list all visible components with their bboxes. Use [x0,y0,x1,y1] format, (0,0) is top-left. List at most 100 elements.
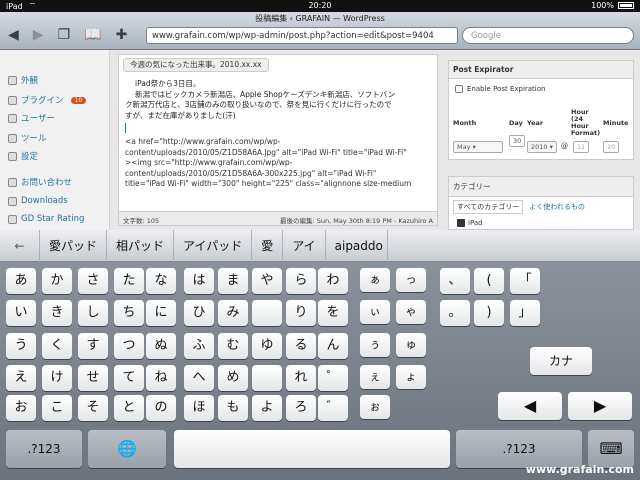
cursor-right-button[interactable]: ▶ [568,392,632,420]
kana-key[interactable]: い [6,300,36,326]
kana-key[interactable]: む [218,333,248,359]
cursor-left-button[interactable]: ◀ [498,392,562,420]
kana-key[interactable]: め [218,365,248,391]
add-icon[interactable]: ✚ [116,27,128,43]
kana-key[interactable]: に [146,300,176,326]
punctuation-key[interactable]: 」 [510,300,540,326]
candidate-item[interactable]: 愛パッド [40,230,108,262]
punctuation-key[interactable]: 、 [440,268,470,294]
tab-all-categories[interactable]: すべてのカテゴリー [453,200,524,214]
kana-key[interactable]: も [218,395,248,421]
kana-key[interactable]: ち [114,300,144,326]
back-icon[interactable]: ◀ [8,27,19,43]
kana-key[interactable]: ゅ [396,333,426,357]
kana-key[interactable]: · [252,365,282,391]
kana-key[interactable]: せ [78,365,108,391]
kana-key[interactable]: り [286,300,316,326]
kana-key[interactable]: は [184,268,214,294]
post-content-textarea[interactable]: iPad祭から3日目。 新潟ではビックカメラ新潟店、Apple Shopケーズデ… [125,79,431,190]
kana-key[interactable]: え [6,365,36,391]
kana-key[interactable]: ら [286,268,316,294]
sidebar-item-users[interactable]: ユーザー [8,112,55,124]
kana-key[interactable]: ぅ [360,333,390,357]
kana-key[interactable]: た [114,268,144,294]
kana-key[interactable]: ぉ [360,395,390,419]
kana-key[interactable]: ゜ [318,365,348,391]
kana-key[interactable]: そ [78,395,108,421]
kana-key[interactable]: · [252,300,282,326]
candidate-item[interactable]: aipaddo [326,230,388,262]
kana-key[interactable]: ね [146,365,176,391]
sidebar-item-contact[interactable]: お問い合わせ [8,176,72,188]
kana-key[interactable]: ん [318,333,348,359]
kana-key[interactable]: さ [78,268,108,294]
kana-key[interactable]: み [218,300,248,326]
enable-expiration-checkbox[interactable] [455,85,463,93]
kana-key[interactable]: を [318,300,348,326]
sidebar-item-appearance[interactable]: 外観 [8,74,38,86]
sidebar-item-settings[interactable]: 設定 [8,150,38,162]
search-field[interactable]: Google [462,27,634,44]
space-bar[interactable] [174,430,450,468]
candidate-item[interactable]: アイ [283,230,326,262]
kana-key[interactable]: よ [252,395,282,421]
year-select[interactable]: 2010 ▾ [527,141,557,153]
sidebar-item-gd-star-rating[interactable]: GD Star Rating [8,214,84,224]
kana-key[interactable]: ぇ [360,365,390,389]
kana-key[interactable]: の [146,395,176,421]
kana-key[interactable]: れ [286,365,316,391]
kana-key[interactable]: け [42,365,72,391]
kana-key[interactable]: な [146,268,176,294]
kana-key[interactable]: へ [184,365,214,391]
sidebar-item-downloads[interactable]: Downloads [8,196,68,206]
kana-key[interactable]: ょ [396,365,426,389]
candidate-item[interactable]: 愛 [252,230,284,262]
kana-key[interactable]: ゃ [396,300,426,324]
kana-key[interactable]: や [252,268,282,294]
kana-key[interactable]: し [78,300,108,326]
kana-key[interactable]: ぃ [360,300,390,324]
bookmarks-icon[interactable]: 📖 [84,27,101,43]
day-input[interactable]: 30 [509,135,526,147]
punctuation-key[interactable]: ) [474,300,504,326]
hour-input[interactable]: 11 [573,141,590,153]
punctuation-key[interactable]: 「 [510,268,540,294]
url-field[interactable]: www.grafain.com/wp/wp-admin/post.php?act… [146,27,458,44]
kana-key[interactable]: ろ [286,395,316,421]
kana-key[interactable]: る [286,333,316,359]
punctuation-key[interactable]: ( [474,268,504,294]
kana-key[interactable]: か [42,268,72,294]
sidebar-item-tools[interactable]: ツール [8,132,47,144]
kana-key[interactable]: く [42,333,72,359]
kana-key[interactable]: ふ [184,333,214,359]
sidebar-item-plugins[interactable]: プラグイン 10 [8,94,87,106]
candidate-item[interactable]: アイパッド [174,230,253,262]
kana-key[interactable]: わ [318,268,348,294]
kana-key[interactable]: ま [218,268,248,294]
kana-key[interactable]: ほ [184,395,214,421]
kana-key[interactable]: ぁ [360,268,390,292]
kana-key[interactable]: こ [42,395,72,421]
kana-key[interactable]: き [42,300,72,326]
kana-key[interactable]: あ [6,268,36,294]
forward-icon[interactable]: ▶ [33,27,44,43]
kana-key[interactable]: お [6,395,36,421]
globe-icon[interactable]: 🌐 [88,430,166,468]
kana-key[interactable]: と [114,395,144,421]
kana-key[interactable]: う [6,333,36,359]
category-checkbox[interactable] [457,219,465,227]
candidate-back-button[interactable]: ← [0,230,40,262]
candidate-item[interactable]: 相パッド [107,230,175,262]
kana-key[interactable]: ぬ [146,333,176,359]
kana-key[interactable]: ゆ [252,333,282,359]
quicktag-button[interactable]: 今週の気になった出来事。2010.xx.xx [123,58,269,72]
kana-key[interactable]: ひ [184,300,214,326]
kana-key[interactable]: つ [114,333,144,359]
minute-input[interactable]: 20 [603,141,620,153]
kana-key[interactable]: す [78,333,108,359]
kana-key[interactable]: ゛ [318,395,348,421]
kana-switch-button[interactable]: カナ [530,347,592,375]
punctuation-key[interactable]: 。 [440,300,470,326]
tab-popular-categories[interactable]: よく使われるもの [527,200,587,214]
pages-icon[interactable]: ❐ [58,27,71,43]
